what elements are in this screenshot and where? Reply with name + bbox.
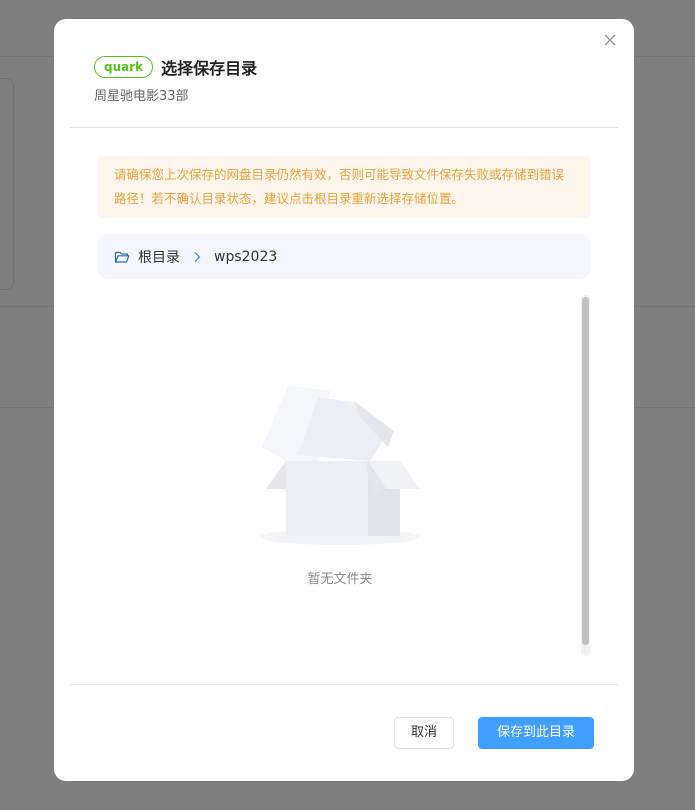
- scrollbar-thumb[interactable]: [582, 297, 589, 645]
- cancel-button[interactable]: 取消: [394, 717, 454, 749]
- chevron-right-icon: [194, 251, 201, 262]
- empty-state-text: 暂无文件夹: [307, 572, 373, 587]
- dialog-title: 选择保存目录: [161, 59, 258, 78]
- save-directory-dialog: quark 选择保存目录 周星驰电影33部 请确保您上次保存的网盘目录仍然有效，…: [54, 19, 634, 781]
- close-button[interactable]: [600, 30, 620, 50]
- quark-badge: quark: [94, 56, 154, 78]
- empty-box-illustration: [260, 385, 420, 545]
- dialog-header: quark 选择保存目录 周星驰电影33部: [94, 55, 257, 104]
- folder-list-scrollbar[interactable]: [581, 295, 590, 656]
- close-icon: [604, 34, 616, 46]
- footer-divider: [70, 684, 618, 685]
- save-to-directory-button[interactable]: 保存到此目录: [478, 717, 594, 749]
- warning-alert: 请确保您上次保存的网盘目录仍然有效，否则可能导致文件保存失败或存储到错误路径！若…: [98, 156, 590, 218]
- header-divider: [70, 127, 618, 128]
- breadcrumb-root[interactable]: 根目录: [138, 247, 180, 267]
- dialog-subtitle: 周星驰电影33部: [94, 89, 189, 104]
- background-card: [0, 78, 14, 290]
- breadcrumb: 根目录 wps2023: [98, 234, 590, 279]
- folder-open-icon: [114, 251, 130, 263]
- breadcrumb-current[interactable]: wps2023: [214, 249, 277, 265]
